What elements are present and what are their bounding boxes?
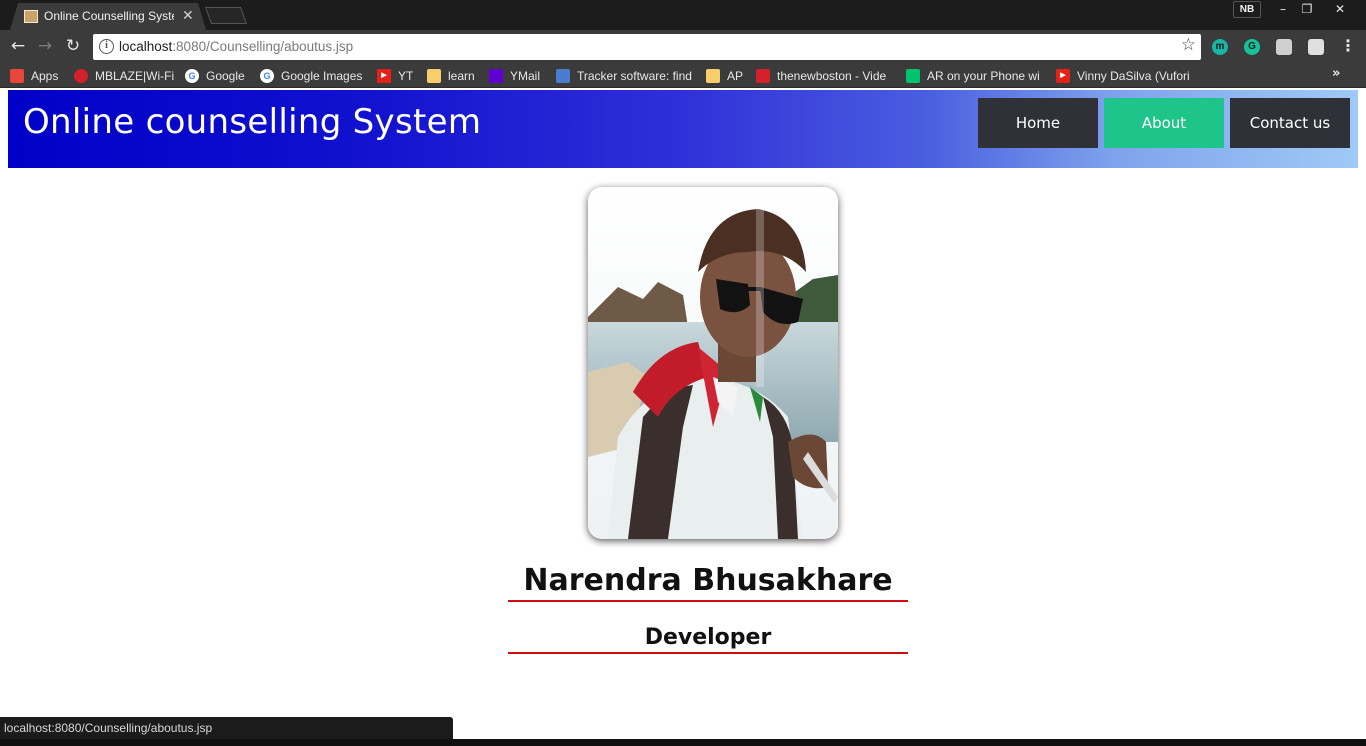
bookmark-label: thenewboston - Vide <box>777 68 887 83</box>
bookmark-item[interactable]: Apps <box>10 67 68 84</box>
bookmark-label: Vinny DaSilva (Vufori <box>1077 68 1190 83</box>
developer-role: Developer <box>508 624 908 654</box>
bookmark-item[interactable]: AP <box>706 67 746 84</box>
thenewboston-icon <box>756 68 770 83</box>
browser-titlebar: Online Counselling System ✕ NB – ❐ ✕ <box>0 0 1366 30</box>
os-taskbar <box>0 739 1366 746</box>
bookmark-item[interactable]: YMail <box>489 67 549 84</box>
grammarly-icon[interactable]: G <box>1244 39 1260 55</box>
window-close-icon[interactable]: ✕ <box>1327 0 1353 18</box>
profile-photo <box>588 187 838 539</box>
site-header: Online counselling System Home About Con… <box>8 90 1358 168</box>
bookmark-item[interactable]: Tracker software: find <box>556 67 696 84</box>
apps-grid-icon <box>10 68 24 83</box>
bookmark-item[interactable]: G Google <box>185 67 253 84</box>
browser-tab-active[interactable]: Online Counselling System ✕ <box>10 3 206 30</box>
new-tab-button[interactable] <box>204 7 248 24</box>
profile-photo-illustration <box>588 187 838 539</box>
medium-icon <box>906 68 920 83</box>
bookmark-label: YMail <box>510 68 541 83</box>
browser-toolbar: ← → ↻ i localhost:8080/Counselling/about… <box>0 30 1366 63</box>
bookmark-item[interactable]: G Google Images <box>260 67 370 84</box>
google-icon: G <box>185 68 199 83</box>
site-info-icon[interactable]: i <box>99 39 114 54</box>
minimize-icon[interactable]: – <box>1270 0 1296 18</box>
browser-menu-icon[interactable]: ⋮ <box>1340 36 1356 55</box>
bookmark-label: Google <box>206 68 245 83</box>
page-favicon-icon <box>24 10 38 23</box>
bookmark-item[interactable]: MBLAZE|Wi-Fi <box>74 67 179 84</box>
site-title: Online counselling System <box>23 102 482 142</box>
mail-extension-icon[interactable] <box>1276 39 1292 55</box>
restore-icon[interactable]: ❐ <box>1294 0 1320 18</box>
bookmark-label: AP <box>727 68 744 83</box>
bookmark-label: Tracker software: find <box>577 68 692 83</box>
tab-close-icon[interactable]: ✕ <box>182 7 194 24</box>
folder-icon <box>706 68 720 83</box>
tracker-icon <box>556 68 570 83</box>
status-bar-url: localhost:8080/Counselling/aboutus.jsp <box>0 717 453 739</box>
bookmark-item[interactable]: thenewboston - Vide <box>756 67 896 84</box>
bookmark-item[interactable]: ▶ YT <box>377 67 421 84</box>
google-icon: G <box>260 68 274 83</box>
opera-icon <box>74 68 88 83</box>
bookmark-label: learn <box>448 68 475 83</box>
bookmark-label: Google Images <box>281 68 363 83</box>
bookmark-label: Apps <box>31 68 59 83</box>
bookmark-star-icon[interactable]: ☆ <box>1181 35 1196 55</box>
bookmark-item[interactable]: ▶ Vinny DaSilva (Vufori <box>1056 67 1196 84</box>
bookmark-label: MBLAZE|Wi-Fi <box>95 68 175 83</box>
folder-icon <box>427 68 441 83</box>
bookmark-label: YT <box>398 68 414 83</box>
forward-arrow-icon[interactable]: → <box>34 35 56 57</box>
youtube-icon: ▶ <box>1056 68 1070 83</box>
profile-badge[interactable]: NB <box>1233 1 1261 18</box>
bookmarks-overflow-icon[interactable]: » <box>1332 66 1340 81</box>
address-bar[interactable]: i localhost:8080/Counselling/aboutus.jsp… <box>93 34 1201 60</box>
youtube-icon: ▶ <box>377 68 391 83</box>
m-extension-icon[interactable]: m <box>1212 39 1228 55</box>
bookmarks-bar: Apps MBLAZE|Wi-Fi G Google G Google Images ▶ YT… <box>0 63 1366 88</box>
cube-extension-icon[interactable] <box>1308 39 1324 55</box>
bookmark-item[interactable]: learn <box>427 67 482 84</box>
url-path: :8080/Counselling/aboutus.jsp <box>172 39 354 54</box>
bookmark-item[interactable]: AR on your Phone wi <box>906 67 1046 84</box>
url-host: localhost <box>119 39 173 54</box>
back-arrow-icon[interactable]: ← <box>7 35 29 57</box>
nav-about-button[interactable]: About <box>1104 98 1224 148</box>
nav-home-button[interactable]: Home <box>978 98 1098 148</box>
yahoo-mail-icon <box>489 68 503 83</box>
tab-title: Online Counselling System <box>44 9 174 23</box>
reload-icon[interactable]: ↻ <box>62 35 84 57</box>
developer-name: Narendra Bhusakhare <box>508 562 908 602</box>
nav-contact-button[interactable]: Contact us <box>1230 98 1350 148</box>
url-text[interactable]: localhost:8080/Counselling/aboutus.jsp <box>119 39 353 54</box>
bookmark-label: AR on your Phone wi <box>927 68 1040 83</box>
